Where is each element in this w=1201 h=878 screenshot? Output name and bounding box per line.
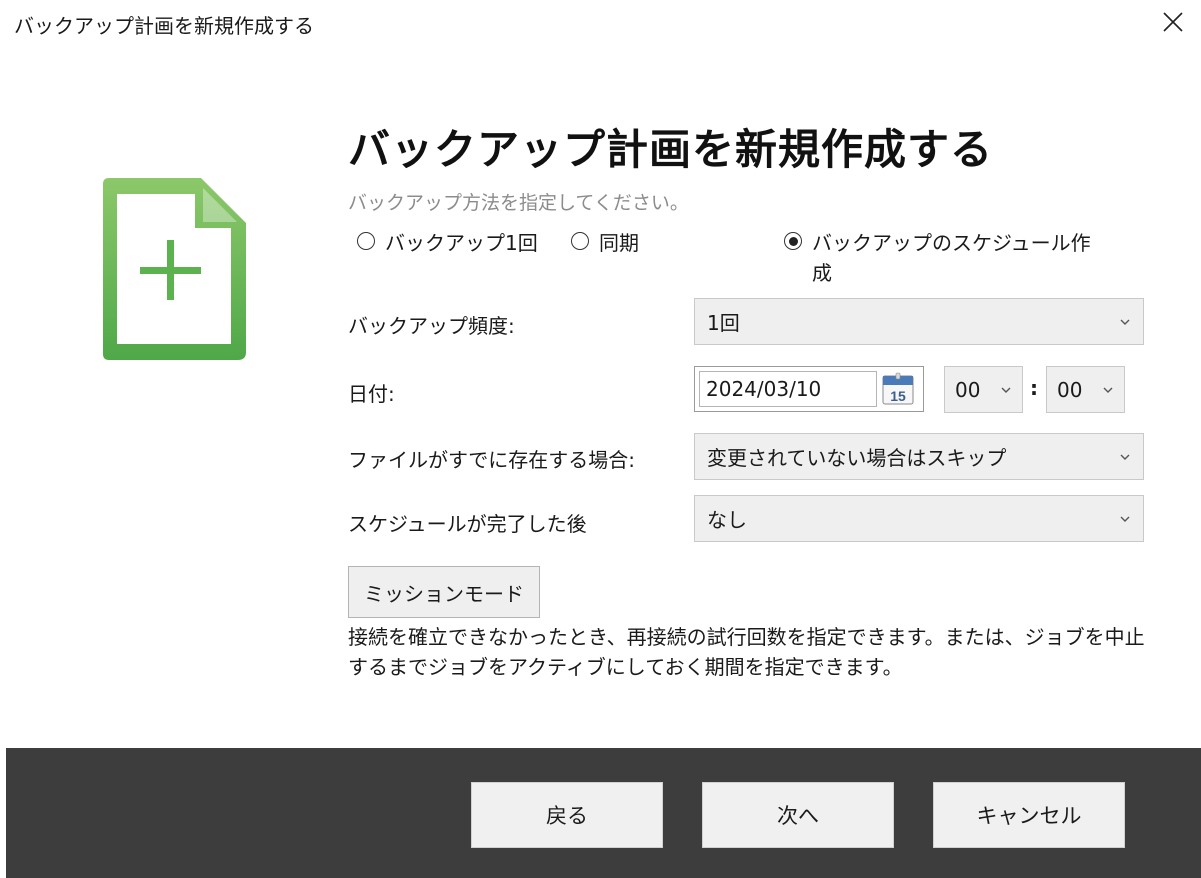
chevron-down-icon — [1120, 516, 1130, 522]
radio-label: バックアップ1回 — [385, 231, 538, 255]
frequency-label: バックアップ頻度: — [348, 314, 515, 338]
chevron-down-icon — [1120, 319, 1130, 325]
radio-label: 同期 — [599, 231, 639, 255]
radio-sync[interactable]: 同期 — [571, 228, 639, 258]
radio-backup-once[interactable]: バックアップ1回 — [357, 228, 538, 258]
mission-description: 接続を確立できなかったとき、再接続の試行回数を指定できます。または、ジョブを中止… — [348, 622, 1148, 682]
file-exists-select[interactable]: 変更されていない場合はスキップ — [694, 433, 1144, 480]
after-schedule-select[interactable]: なし — [694, 495, 1144, 542]
radio-dot — [788, 236, 798, 246]
chevron-down-icon — [1001, 387, 1011, 393]
close-button[interactable] — [1153, 4, 1193, 40]
hour-value: 00 — [955, 377, 981, 402]
file-exists-label: ファイルがすでに存在する場合: — [348, 448, 635, 472]
file-exists-value: 変更されていない場合はスキップ — [707, 446, 1007, 470]
chevron-down-icon — [1103, 387, 1113, 393]
hour-select[interactable]: 00 — [944, 366, 1023, 413]
chevron-down-icon — [1120, 454, 1130, 460]
next-button[interactable]: 次へ — [702, 782, 894, 848]
radio-label-line2: 成 — [812, 261, 832, 285]
radio-circle — [357, 232, 375, 250]
mission-mode-button[interactable]: ミッションモード — [348, 566, 540, 618]
minute-value: 00 — [1057, 377, 1083, 402]
cancel-button[interactable]: キャンセル — [933, 782, 1125, 848]
description-line: するまでジョブをアクティブにしておく期間を指定できます。 — [348, 655, 903, 679]
radio-label: バックアップのスケジュール作 成 — [812, 228, 1091, 288]
page-heading: バックアップ計画を新規作成する — [348, 125, 994, 174]
minute-select[interactable]: 00 — [1046, 366, 1125, 413]
close-icon — [1163, 12, 1183, 32]
radio-schedule-backup[interactable]: バックアップのスケジュール作 成 — [784, 228, 1091, 288]
frequency-value: 1回 — [707, 311, 740, 335]
radio-circle-selected — [784, 232, 802, 250]
calendar-day: 15 — [890, 388, 906, 404]
after-schedule-value: なし — [707, 508, 747, 532]
date-label: 日付: — [348, 382, 395, 406]
back-button[interactable]: 戻る — [471, 782, 663, 848]
frequency-select[interactable]: 1回 — [694, 298, 1144, 345]
date-input[interactable]: 2024/03/10 — [699, 371, 877, 407]
date-picker[interactable]: 2024/03/10 15 — [694, 366, 924, 412]
description-line: 接続を確立できなかったとき、再接続の試行回数を指定できます。または、ジョブを中止 — [348, 625, 1145, 649]
calendar-icon[interactable]: 15 — [881, 372, 915, 406]
new-document-icon — [103, 178, 246, 360]
page-subtitle: バックアップ方法を指定してください。 — [348, 192, 689, 214]
time-separator: : — [1030, 376, 1038, 400]
window-title: バックアップ計画を新規作成する — [14, 14, 314, 38]
radio-label-line1: バックアップのスケジュール作 — [812, 231, 1091, 255]
after-schedule-label: スケジュールが完了した後 — [348, 512, 587, 536]
radio-circle — [571, 232, 589, 250]
